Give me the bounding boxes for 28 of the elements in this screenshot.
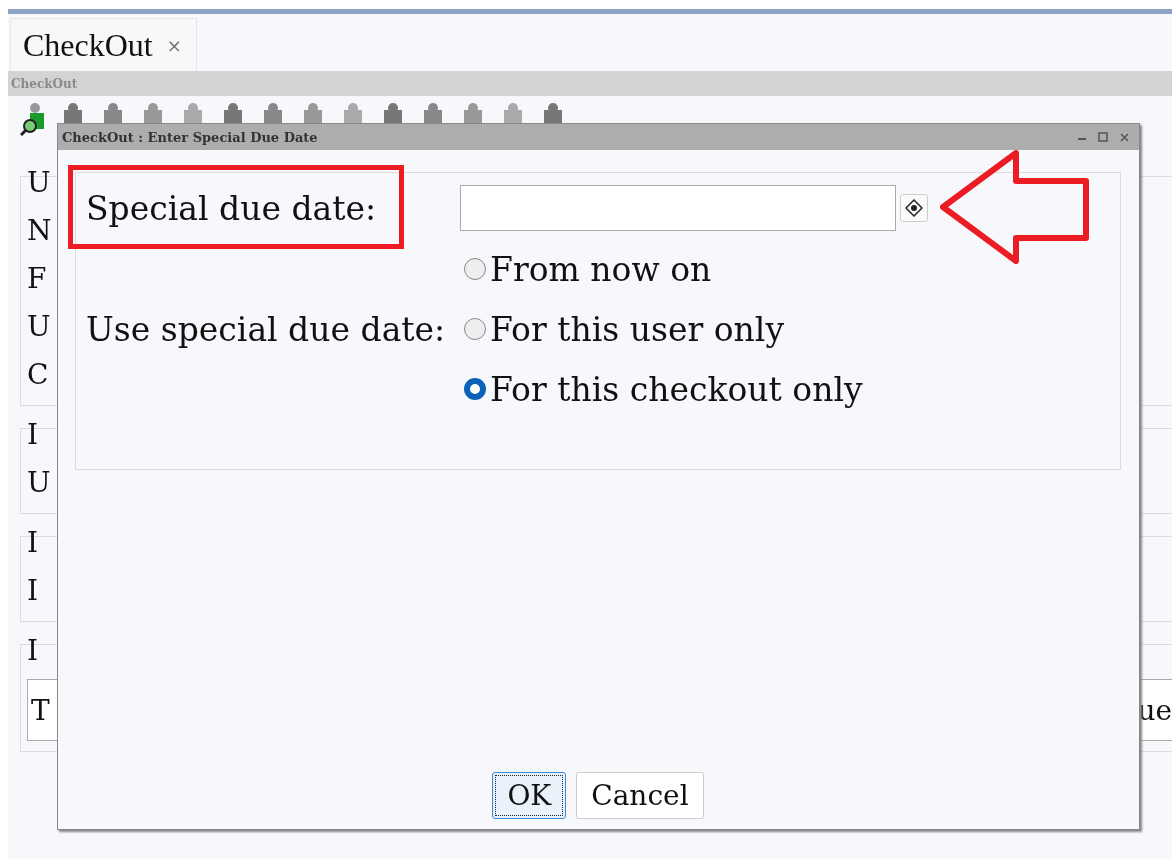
field-label: C xyxy=(27,357,47,393)
date-picker-button[interactable] xyxy=(900,194,928,222)
field-label: Special due date: xyxy=(86,188,378,228)
field-label: F xyxy=(27,261,47,297)
panel-title: CheckOut xyxy=(11,76,78,91)
user-search-icon[interactable] xyxy=(20,102,46,136)
close-icon[interactable] xyxy=(1120,132,1129,142)
group-legend: I xyxy=(27,631,47,671)
group-legend: I xyxy=(27,415,47,455)
maximize-icon[interactable] xyxy=(1098,132,1108,142)
radio-option[interactable]: For this user only xyxy=(460,309,1120,349)
radio-icon[interactable] xyxy=(464,258,486,280)
group-legend: I xyxy=(27,523,47,563)
field-label: I xyxy=(27,573,40,609)
radio-icon[interactable] xyxy=(464,318,486,340)
radio-icon[interactable] xyxy=(464,378,486,400)
column-header: T xyxy=(31,693,50,727)
field-label: Use special due date: xyxy=(86,309,447,349)
dialog-button[interactable]: OK xyxy=(492,772,567,819)
date-field[interactable] xyxy=(460,185,896,231)
column-header: ue xyxy=(1137,693,1172,727)
tab[interactable]: CheckOut × xyxy=(10,18,197,71)
dialog-title: CheckOut : Enter Special Due Date xyxy=(62,129,318,145)
close-icon[interactable]: × xyxy=(166,34,182,56)
radio-option[interactable]: For this checkout only xyxy=(460,369,1120,409)
radio-option[interactable]: From now on xyxy=(460,249,1120,289)
arrow-icon xyxy=(940,150,1090,264)
dialog-button[interactable]: Cancel xyxy=(576,772,704,819)
